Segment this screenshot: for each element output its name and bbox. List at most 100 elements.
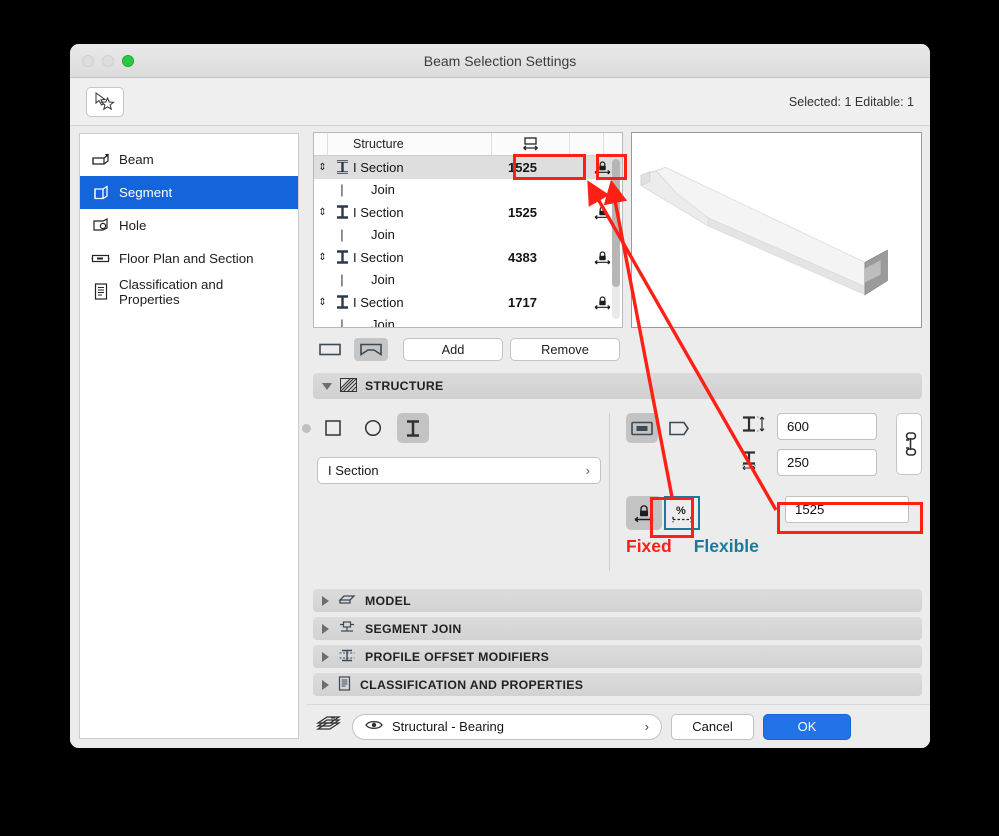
section-classification-and-properties[interactable]: CLASSIFICATION AND PROPERTIES xyxy=(313,673,922,696)
table-row[interactable]: ⇕ I Section 1525 xyxy=(314,156,622,179)
sidebar-item-beam[interactable]: Beam xyxy=(80,143,298,176)
table-row[interactable]: | Join xyxy=(314,269,622,292)
chevron-right-icon[interactable] xyxy=(322,623,329,634)
main-panel: Structure ⇕ I Section 1525 | Join ⇕ I Se… xyxy=(313,126,930,748)
structure-list-scrollbar[interactable] xyxy=(612,159,620,319)
fixed-length-button[interactable] xyxy=(626,496,662,530)
uniform-profile-button[interactable] xyxy=(626,413,658,443)
reorder-handle-icon[interactable]: ⇕ xyxy=(314,162,331,173)
cancel-button[interactable]: Cancel xyxy=(671,713,754,740)
header-structure-column: Structure xyxy=(328,133,492,155)
layers-icon[interactable] xyxy=(315,714,343,739)
table-row[interactable]: | Join xyxy=(314,224,622,247)
sidebar-item-label: Classification and Properties xyxy=(119,276,224,307)
beam-3d-preview[interactable] xyxy=(631,132,922,328)
splitter-handle[interactable] xyxy=(302,424,312,433)
row-length-value[interactable]: 1525 xyxy=(502,160,582,175)
multi-segment-view-icon xyxy=(360,343,382,356)
tapered-profile-button[interactable] xyxy=(663,413,695,443)
i-section-icon xyxy=(331,250,353,264)
table-row[interactable]: ⇕ I Section 1717 xyxy=(314,291,622,314)
header-lock-column xyxy=(570,133,604,155)
rectangular-shape-button[interactable] xyxy=(317,413,349,443)
sidebar-item-hole[interactable]: Hole xyxy=(80,209,298,242)
profile-width-value: 250 xyxy=(787,455,810,470)
panel-splitter[interactable] xyxy=(299,126,313,748)
segment-length-field[interactable]: 1525 xyxy=(785,496,909,523)
uniform-profile-icon xyxy=(631,421,653,435)
collapsed-sections: MODEL SEGMENT JOIN PROFILE OFFSET MODIFI… xyxy=(313,589,922,696)
profile-width-field[interactable]: 250 xyxy=(777,449,877,476)
row-label: I Section xyxy=(353,159,404,175)
row-length-value[interactable]: 1717 xyxy=(502,295,582,310)
window-title: Beam Selection Settings xyxy=(423,52,577,69)
sidebar-item-segment[interactable]: Segment xyxy=(80,176,299,209)
sidebar-item-floor-plan-and-section[interactable]: Floor Plan and Section xyxy=(80,242,298,275)
join-marker-icon: | xyxy=(340,227,344,243)
chevron-right-icon[interactable] xyxy=(322,679,329,690)
arrow-select-tool-button[interactable] xyxy=(86,86,124,117)
fixed-length-icon xyxy=(634,505,654,523)
section-segment-join[interactable]: SEGMENT JOIN xyxy=(313,617,922,640)
link-dimensions-icon xyxy=(905,432,916,456)
dimension-fields: 600 250 xyxy=(741,413,877,476)
profile-type-row: 600 250 xyxy=(626,413,922,476)
row-label: Join xyxy=(371,272,395,288)
single-segment-view-button[interactable] xyxy=(313,338,347,361)
header-length-column xyxy=(492,133,570,155)
structure-list-toolbar: Add Remove xyxy=(313,328,623,364)
sidebar-item-label: Beam xyxy=(119,152,154,167)
chevron-right-icon[interactable] xyxy=(322,595,329,606)
beam-selection-settings-window: Beam Selection Settings Selected: 1 Edit… xyxy=(70,44,930,748)
table-row[interactable]: | Join xyxy=(314,179,622,202)
layer-select[interactable]: Structural - Bearing › xyxy=(352,713,662,740)
chevron-right-icon[interactable] xyxy=(322,651,329,662)
fixed-annotation-label: Fixed xyxy=(626,536,672,556)
sidebar-item-classification-and-properties[interactable]: Classification and Properties xyxy=(80,275,298,308)
reorder-handle-icon[interactable]: ⇕ xyxy=(314,252,331,263)
profile-offset-icon xyxy=(338,648,356,666)
flexible-annotation-label: Flexible xyxy=(693,536,759,556)
circular-shape-button[interactable] xyxy=(357,413,389,443)
profile-select[interactable]: I Section › xyxy=(317,457,601,484)
table-row[interactable]: ⇕ I Section 1525 xyxy=(314,201,622,224)
window-body: Beam Segment Hole Floor Plan and Section xyxy=(70,126,930,748)
circle-icon xyxy=(364,419,382,437)
structure-shape-column: I Section › xyxy=(313,413,603,571)
profile-height-row: 600 xyxy=(741,413,877,440)
structure-section-header[interactable]: STRUCTURE xyxy=(313,373,922,399)
chevron-right-icon: › xyxy=(644,719,649,734)
settings-sidebar: Beam Segment Hole Floor Plan and Section xyxy=(79,133,300,739)
table-row[interactable]: | Join xyxy=(314,314,622,327)
header-scroll-column xyxy=(604,133,622,155)
section-profile-offset-modifiers[interactable]: PROFILE OFFSET MODIFIERS xyxy=(313,645,922,668)
flexible-percent-button[interactable]: % xyxy=(664,496,700,530)
section-label: PROFILE OFFSET MODIFIERS xyxy=(365,649,550,664)
sidebar-item-label: Floor Plan and Section xyxy=(119,251,254,266)
structure-list-header: Structure xyxy=(314,133,622,156)
row-length-value[interactable]: 4383 xyxy=(502,250,582,265)
floor-plan-icon xyxy=(91,250,110,267)
join-marker-icon: | xyxy=(340,317,344,327)
single-segment-view-icon xyxy=(319,343,341,355)
i-section-shape-button[interactable] xyxy=(397,413,429,443)
section-model[interactable]: MODEL xyxy=(313,589,922,612)
chevron-down-icon[interactable] xyxy=(322,382,332,390)
sidebar-item-label: Hole xyxy=(119,218,147,233)
table-row[interactable]: ⇕ I Section 4383 xyxy=(314,246,622,269)
link-dimensions-button[interactable] xyxy=(896,413,922,475)
add-button[interactable]: Add xyxy=(403,337,503,361)
profile-height-field[interactable]: 600 xyxy=(777,413,877,440)
row-length-value[interactable]: 1525 xyxy=(502,205,582,220)
reorder-handle-icon[interactable]: ⇕ xyxy=(314,207,331,218)
remove-button[interactable]: Remove xyxy=(510,337,620,361)
list-preview-row: Structure ⇕ I Section 1525 | Join ⇕ I Se… xyxy=(313,132,922,328)
top-toolbar: Selected: 1 Editable: 1 xyxy=(70,78,930,126)
multi-segment-view-button[interactable] xyxy=(354,337,388,361)
row-label: I Section xyxy=(353,249,404,265)
structure-hatch-icon xyxy=(339,377,358,395)
ok-button[interactable]: OK xyxy=(763,713,851,740)
structure-list: Structure ⇕ I Section 1525 | Join ⇕ I Se… xyxy=(313,132,623,328)
profile-select-value: I Section xyxy=(328,463,379,478)
reorder-handle-icon[interactable]: ⇕ xyxy=(314,297,331,308)
